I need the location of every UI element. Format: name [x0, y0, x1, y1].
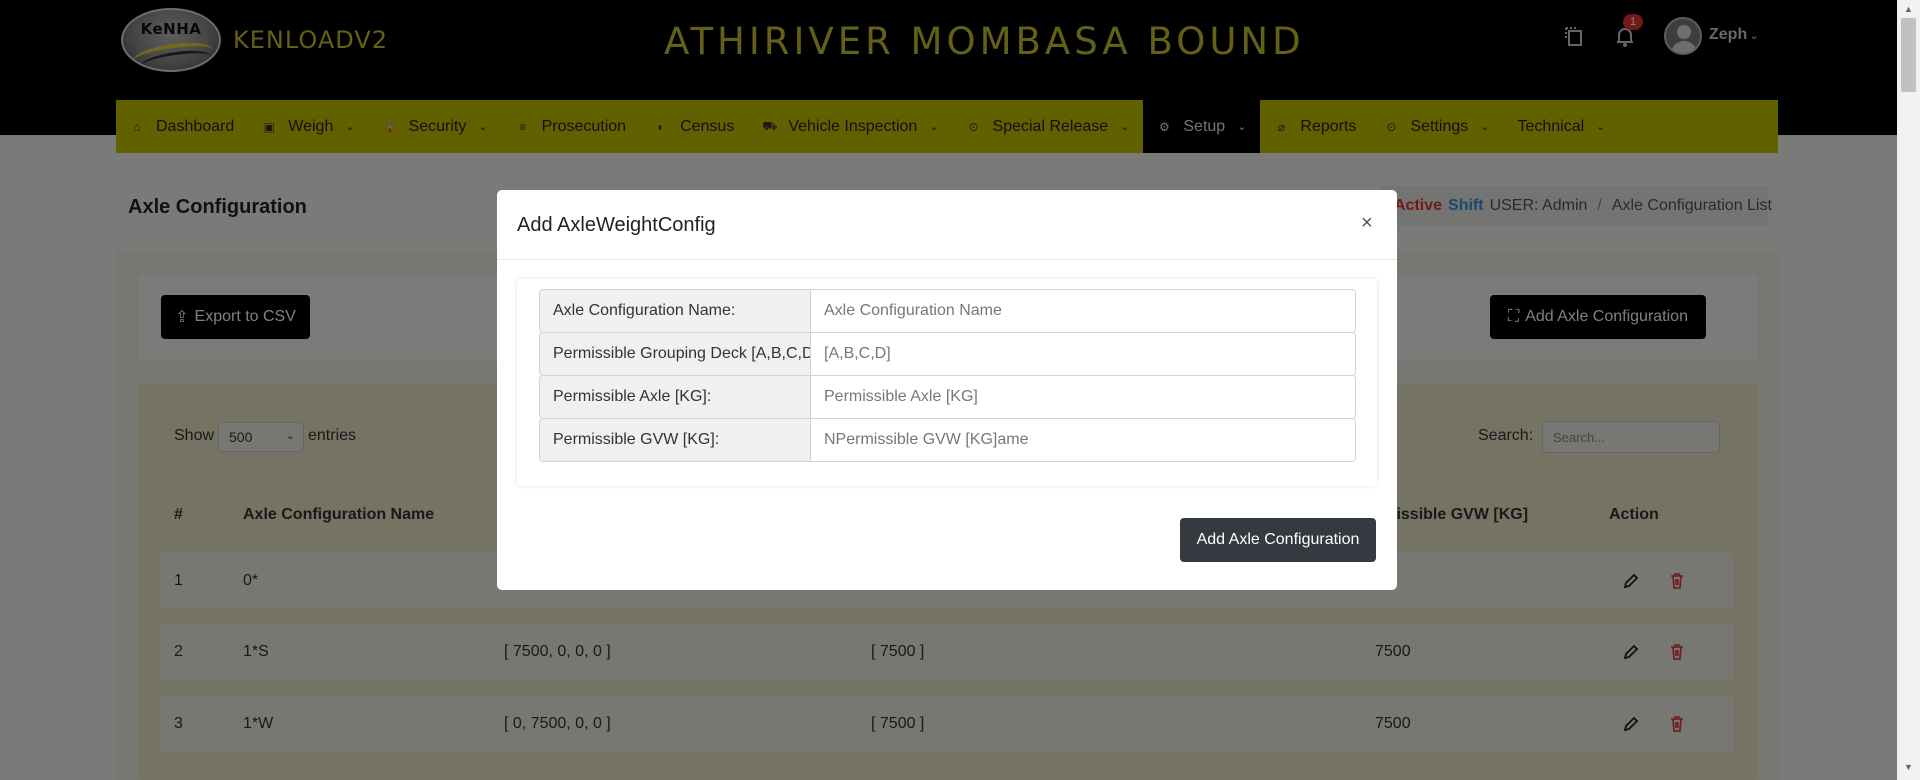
- axle-name-label: Axle Configuration Name:: [540, 290, 811, 332]
- permissible-axle-input[interactable]: [811, 376, 1355, 418]
- grouping-deck-group: Permissible Grouping Deck [A,B,C,D]:: [539, 332, 1356, 376]
- form-card: Axle Configuration Name: Permissible Gro…: [517, 279, 1377, 486]
- grouping-deck-input[interactable]: [811, 333, 1355, 375]
- scroll-thumb[interactable]: [1901, 18, 1916, 92]
- permissible-gvw-group: Permissible GVW [KG]:: [539, 418, 1356, 462]
- scroll-up-arrow-icon[interactable]: ▲: [1904, 4, 1913, 14]
- modal-header: Add AxleWeightConfig ×: [497, 190, 1397, 260]
- grouping-deck-label: Permissible Grouping Deck [A,B,C,D]:: [540, 333, 811, 375]
- permissible-axle-group: Permissible Axle [KG]:: [539, 375, 1356, 419]
- permissible-gvw-input[interactable]: [811, 419, 1355, 461]
- modal-submit-button[interactable]: Add Axle Configuration: [1180, 518, 1376, 562]
- page-scrollbar[interactable]: ▲ ▼: [1897, 0, 1920, 780]
- axle-name-group: Axle Configuration Name:: [539, 289, 1356, 333]
- close-icon[interactable]: ×: [1361, 212, 1373, 235]
- modal-title: Add AxleWeightConfig: [517, 214, 716, 236]
- permissible-gvw-label: Permissible GVW [KG]:: [540, 419, 811, 461]
- axle-name-input[interactable]: [811, 290, 1355, 332]
- scroll-down-arrow-icon[interactable]: ▼: [1904, 762, 1913, 772]
- add-axle-config-modal: Add AxleWeightConfig × Axle Configuratio…: [497, 190, 1397, 590]
- permissible-axle-label: Permissible Axle [KG]:: [540, 376, 811, 418]
